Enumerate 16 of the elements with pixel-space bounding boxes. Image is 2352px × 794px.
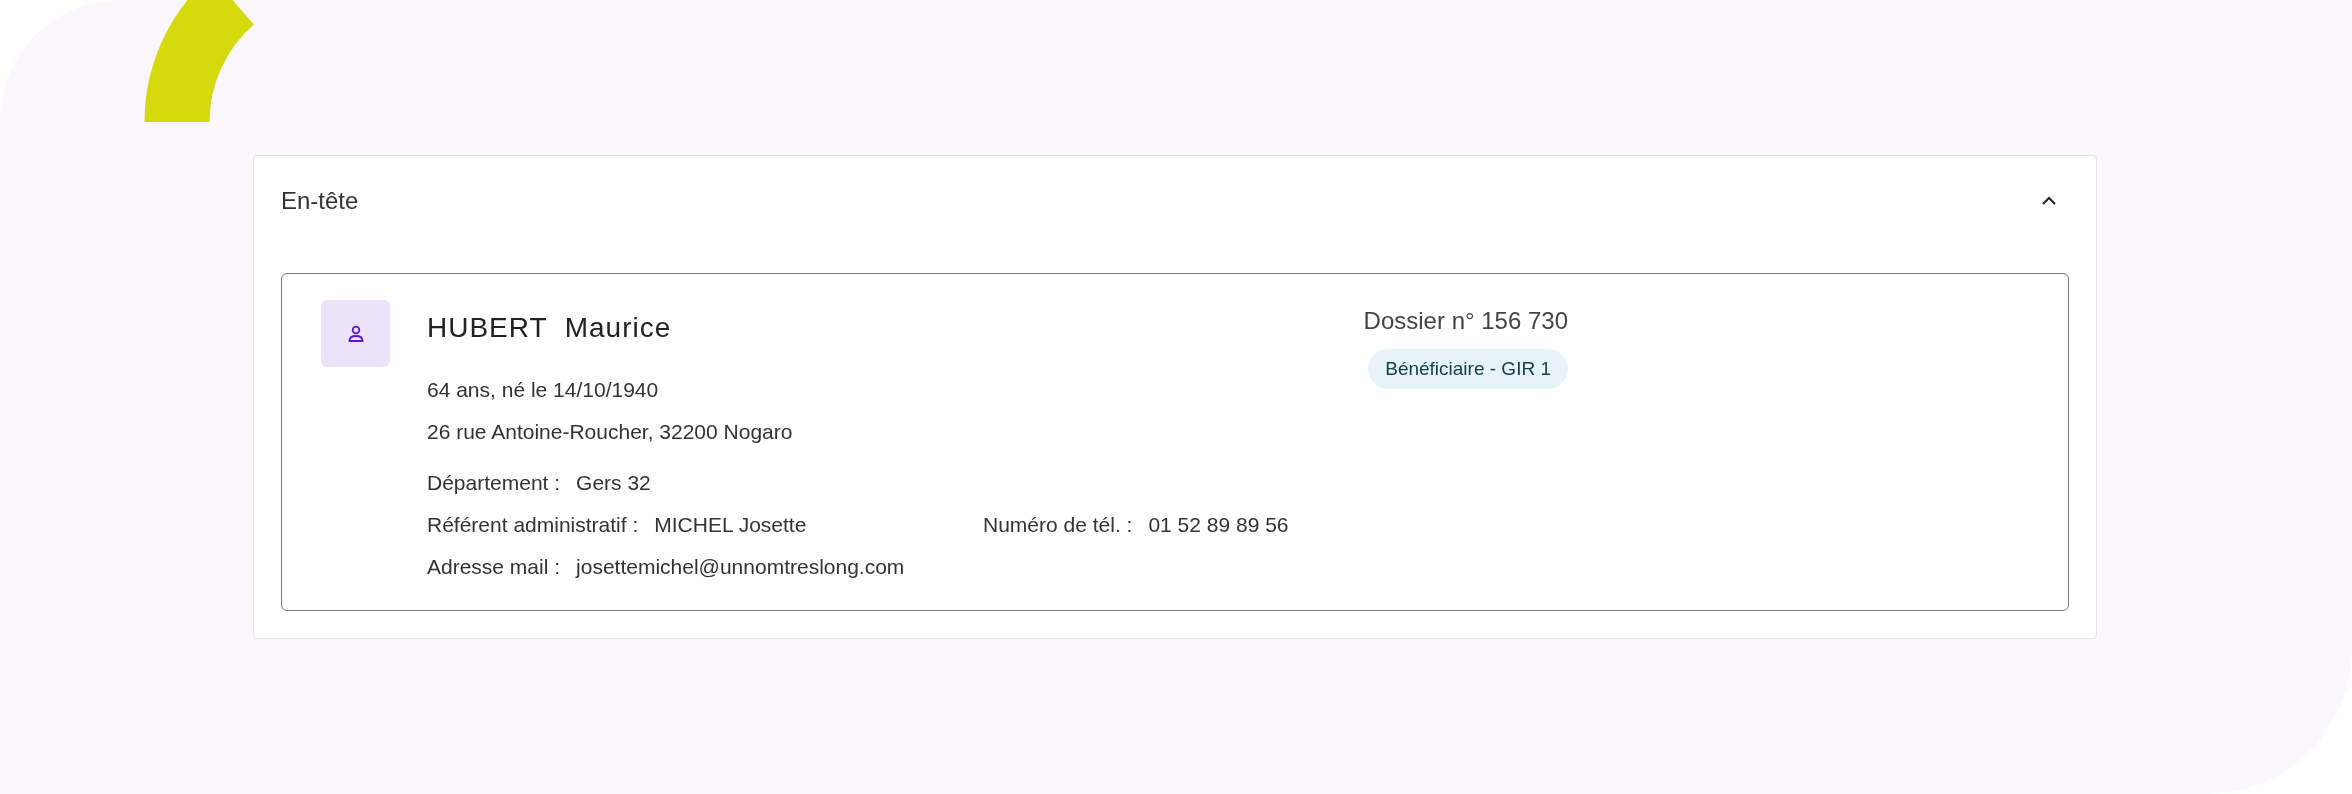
field-label: Référent administratif : — [427, 513, 639, 537]
field-value: Gers 32 — [576, 471, 651, 495]
field-value: 01 52 89 89 56 — [1148, 513, 1289, 537]
beneficiary-name: HUBERT Maurice — [427, 311, 673, 345]
status-badge: Bénéficiaire - GIR 1 — [1368, 349, 1568, 389]
section-title: En-tête — [281, 187, 359, 215]
field-value: MICHEL Josette — [654, 513, 807, 537]
person-icon — [346, 324, 365, 343]
age-birth: 64 ans, né le 14/10/1940 — [427, 377, 660, 403]
field-value: josettemichel@unnomtreslong.com — [576, 555, 905, 579]
field-label: Numéro de tél. : — [983, 513, 1133, 537]
chevron-icon — [2041, 196, 2057, 206]
dossier-number: Dossier n° 156 730 — [1363, 306, 1568, 336]
address: 26 rue Antoine-Roucher, 32200 Nogaro — [427, 419, 793, 445]
field-label: Adresse mail : — [427, 555, 561, 579]
field-label: Département : — [427, 471, 561, 495]
